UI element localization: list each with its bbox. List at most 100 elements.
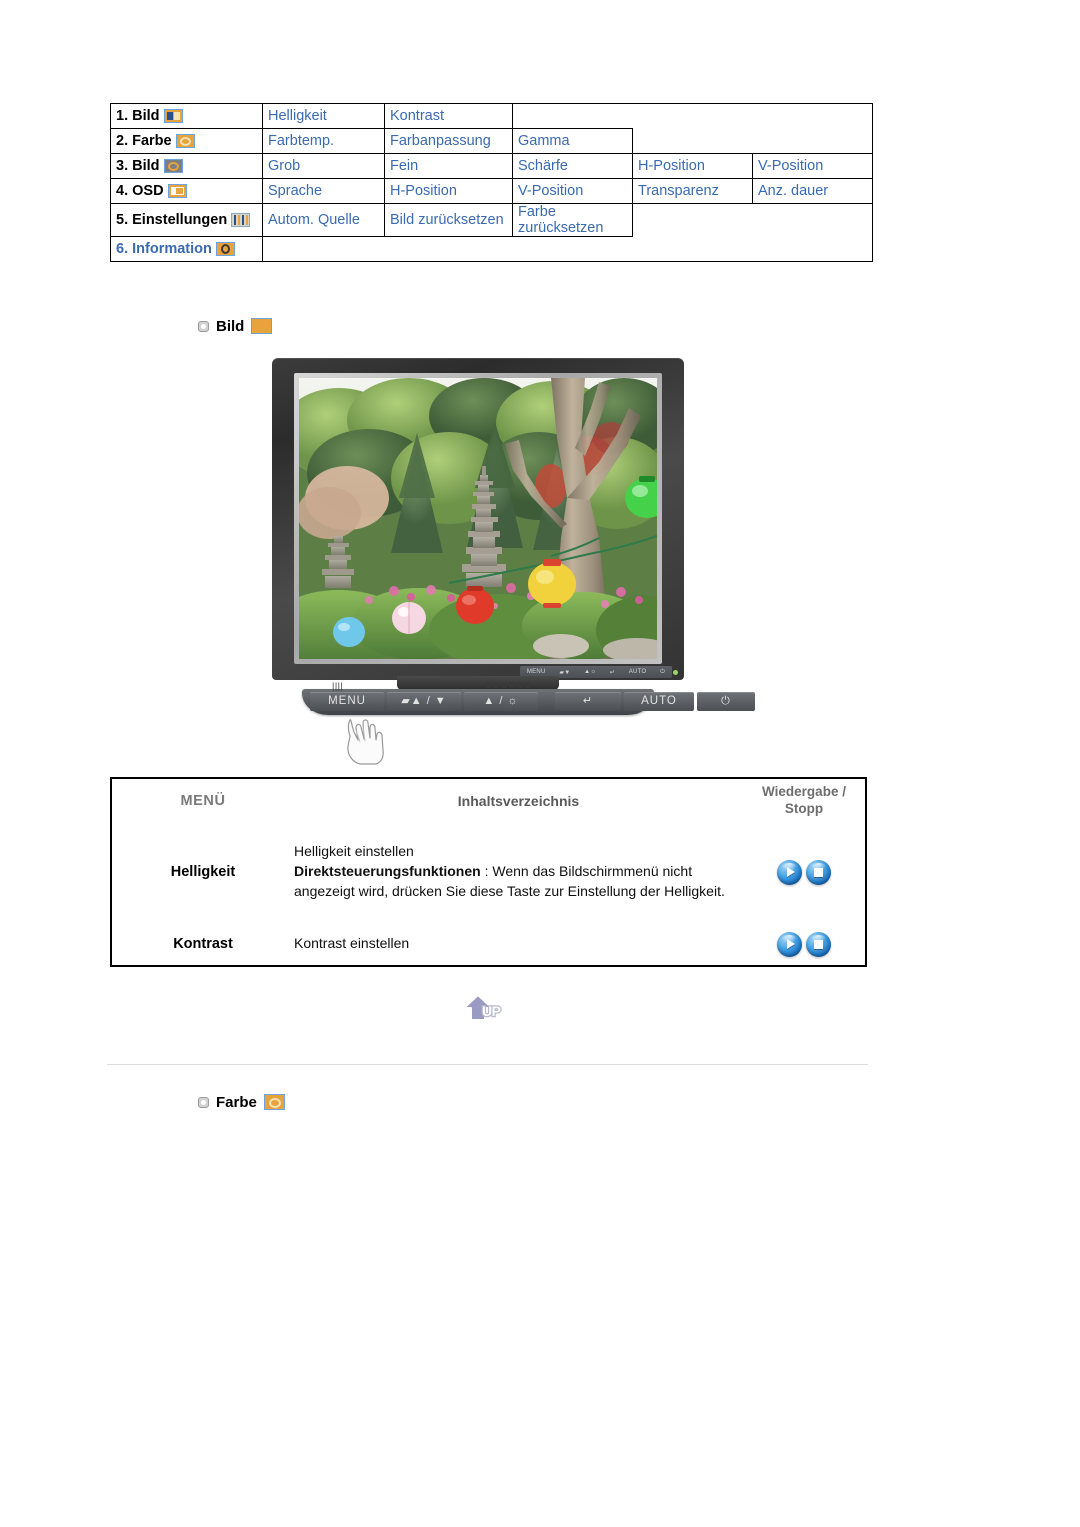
legend-power: ⏻ bbox=[660, 668, 666, 675]
menu-item-v-position[interactable]: V-Position bbox=[752, 153, 873, 179]
menu-item-autom-quelle[interactable]: Autom. Quelle bbox=[262, 202, 385, 238]
table-row: 2. Farbe Farbtemp. Farbanpassung Gamma bbox=[110, 128, 873, 154]
menu-item-h-position[interactable]: H-Position bbox=[632, 153, 753, 179]
menu-item-grob[interactable]: Grob bbox=[262, 153, 385, 179]
osd-menu-overview-table: 1. Bild Helligkeit Kontrast 2. Farbe Far… bbox=[110, 103, 873, 263]
row-description-kontrast: Kontrast einstellen bbox=[294, 921, 743, 967]
desc-line-1: Kontrast einstellen bbox=[294, 935, 410, 952]
legend-up: ▲☼ bbox=[584, 669, 597, 675]
color-wheel-icon bbox=[175, 133, 195, 148]
up-button-label: UP bbox=[481, 1002, 503, 1021]
menu-item-fein[interactable]: Fein bbox=[384, 153, 513, 179]
diamond-bullet-icon bbox=[198, 1097, 209, 1108]
menu-item-osd-h-position[interactable]: H-Position bbox=[384, 178, 513, 204]
empty-cell bbox=[752, 103, 873, 129]
lantern-blue bbox=[333, 617, 365, 647]
menu-category-farbe[interactable]: 2. Farbe bbox=[110, 128, 263, 154]
empty-cell bbox=[632, 103, 753, 129]
menu-category-information[interactable]: 6. Information bbox=[110, 236, 263, 263]
osd-icon bbox=[167, 183, 187, 198]
row-label-helligkeit: Helligkeit bbox=[170, 864, 236, 880]
menu-item-schaerfe[interactable]: Schärfe bbox=[512, 153, 633, 179]
legend-menu: MENU bbox=[526, 669, 546, 675]
menu-category-osd[interactable]: 4. OSD bbox=[110, 178, 263, 204]
menu-description-table: MENÜ Inhaltsverzeichnis Wiedergabe / Sto… bbox=[110, 777, 867, 967]
menu-item-farbtemp[interactable]: Farbtemp. bbox=[262, 128, 385, 154]
table-header-row: MENÜ Inhaltsverzeichnis Wiedergabe / Sto… bbox=[112, 779, 865, 823]
source-label: SOURCE bbox=[486, 680, 532, 690]
up-brightness-button[interactable]: ▲ / ☼ bbox=[464, 692, 538, 711]
picture-icon bbox=[251, 318, 273, 334]
menu-item-osd-v-position[interactable]: V-Position bbox=[512, 178, 633, 204]
monitor-screen bbox=[299, 378, 657, 659]
monitor-inner-frame bbox=[294, 373, 662, 664]
desc-bold-term: Direktsteuerungsfunktionen bbox=[294, 863, 481, 880]
empty-cell bbox=[632, 236, 753, 263]
monitor-button-row: MENU ▰▲ / ▼ ▲ / ☼ ↵ AUTO ⏻ bbox=[310, 692, 755, 711]
column-header-play-stop-line1: Wiedergabe / bbox=[762, 784, 846, 800]
up-button[interactable]: UP bbox=[462, 993, 514, 1025]
diamond-bullet-icon bbox=[198, 321, 209, 332]
desc-line-1: Helligkeit einstellen bbox=[294, 843, 414, 860]
down-brightness-button[interactable]: ▰▲ / ▼ bbox=[387, 692, 461, 711]
empty-cell bbox=[384, 236, 513, 263]
empty-cell bbox=[512, 103, 633, 129]
row-description-helligkeit: Helligkeit einstellen Direktsteuerungsfu… bbox=[294, 823, 743, 921]
menu-item-bild-zuruecksetzen[interactable]: Bild zurücksetzen bbox=[384, 202, 513, 238]
table-row: 3. Bild Grob Fein Schärfe H-Position V-P… bbox=[110, 153, 873, 179]
monitor-illustration: MENU ▰▼ ▲☼ ↵ AUTO ⏻ |||| SOURCE MENU ▰▲ … bbox=[272, 358, 755, 765]
section-heading-bild: Bild bbox=[198, 318, 273, 335]
section-heading-farbe: Farbe bbox=[198, 1094, 285, 1111]
menu-item-gamma[interactable]: Gamma bbox=[512, 128, 633, 154]
table-row: 5. Einstellungen Autom. Quelle Bild zurü… bbox=[110, 202, 873, 238]
empty-cell bbox=[633, 129, 753, 154]
menu-category-bild-1[interactable]: 1. Bild bbox=[110, 103, 263, 129]
stop-icon[interactable] bbox=[806, 931, 831, 957]
empty-cell bbox=[752, 236, 873, 263]
play-icon[interactable] bbox=[777, 859, 802, 885]
lantern-pink bbox=[392, 602, 426, 634]
image-adjust-icon bbox=[163, 158, 183, 173]
power-button[interactable]: ⏻ bbox=[697, 692, 755, 711]
menu-category-label: 6. Information bbox=[116, 241, 212, 258]
menu-item-anz-dauer[interactable]: Anz. dauer bbox=[752, 178, 873, 204]
source-enter-button[interactable]: ↵ bbox=[555, 692, 621, 711]
menu-category-bild-3[interactable]: 3. Bild bbox=[110, 153, 263, 179]
information-icon bbox=[215, 242, 235, 257]
column-header-play-stop: Wiedergabe / Stopp bbox=[743, 779, 865, 823]
legend-down: ▰▼ bbox=[559, 669, 571, 676]
section-divider bbox=[107, 1064, 868, 1065]
table-row: Kontrast Kontrast einstellen bbox=[112, 921, 865, 967]
menu-category-label: 1. Bild bbox=[116, 107, 160, 124]
legend-auto: AUTO bbox=[628, 669, 647, 675]
table-row: 1. Bild Helligkeit Kontrast bbox=[110, 103, 873, 129]
menu-category-label: 4. OSD bbox=[116, 182, 164, 199]
menu-item-helligkeit[interactable]: Helligkeit bbox=[262, 103, 385, 129]
menu-item-farbanpassung[interactable]: Farbanpassung bbox=[384, 128, 513, 154]
stop-icon[interactable] bbox=[806, 859, 831, 885]
auto-button[interactable]: AUTO bbox=[624, 692, 694, 711]
empty-cell bbox=[512, 236, 633, 263]
section-title: Farbe bbox=[216, 1094, 257, 1111]
settings-sliders-icon bbox=[231, 213, 251, 228]
column-header-play-stop-line2: Stopp bbox=[784, 801, 824, 816]
menu-dots-marker: |||| bbox=[332, 681, 344, 691]
legend-enter: ↵ bbox=[609, 669, 616, 676]
empty-cell bbox=[633, 204, 753, 237]
menu-category-label: 2. Farbe bbox=[116, 132, 172, 149]
menu-table: 1. Bild Helligkeit Kontrast 2. Farbe Far… bbox=[110, 103, 873, 263]
picture-icon bbox=[163, 108, 183, 123]
section-title: Bild bbox=[216, 318, 245, 335]
menu-button[interactable]: MENU bbox=[310, 692, 384, 711]
menu-item-sprache[interactable]: Sprache bbox=[262, 178, 385, 204]
row-label-kontrast: Kontrast bbox=[173, 936, 233, 952]
menu-item-transparenz[interactable]: Transparenz bbox=[632, 178, 753, 204]
menu-category-einstellungen[interactable]: 5. Einstellungen bbox=[110, 202, 263, 238]
menu-item-farbe-zuruecksetzen[interactable]: Farbe zurücksetzen bbox=[512, 202, 633, 238]
play-icon[interactable] bbox=[777, 931, 802, 957]
menu-item-kontrast[interactable]: Kontrast bbox=[384, 103, 513, 129]
column-header-content: Inhaltsverzeichnis bbox=[457, 793, 580, 809]
power-led-indicator bbox=[673, 670, 678, 675]
row-controls-kontrast bbox=[743, 921, 865, 967]
row-controls-helligkeit bbox=[743, 823, 865, 921]
